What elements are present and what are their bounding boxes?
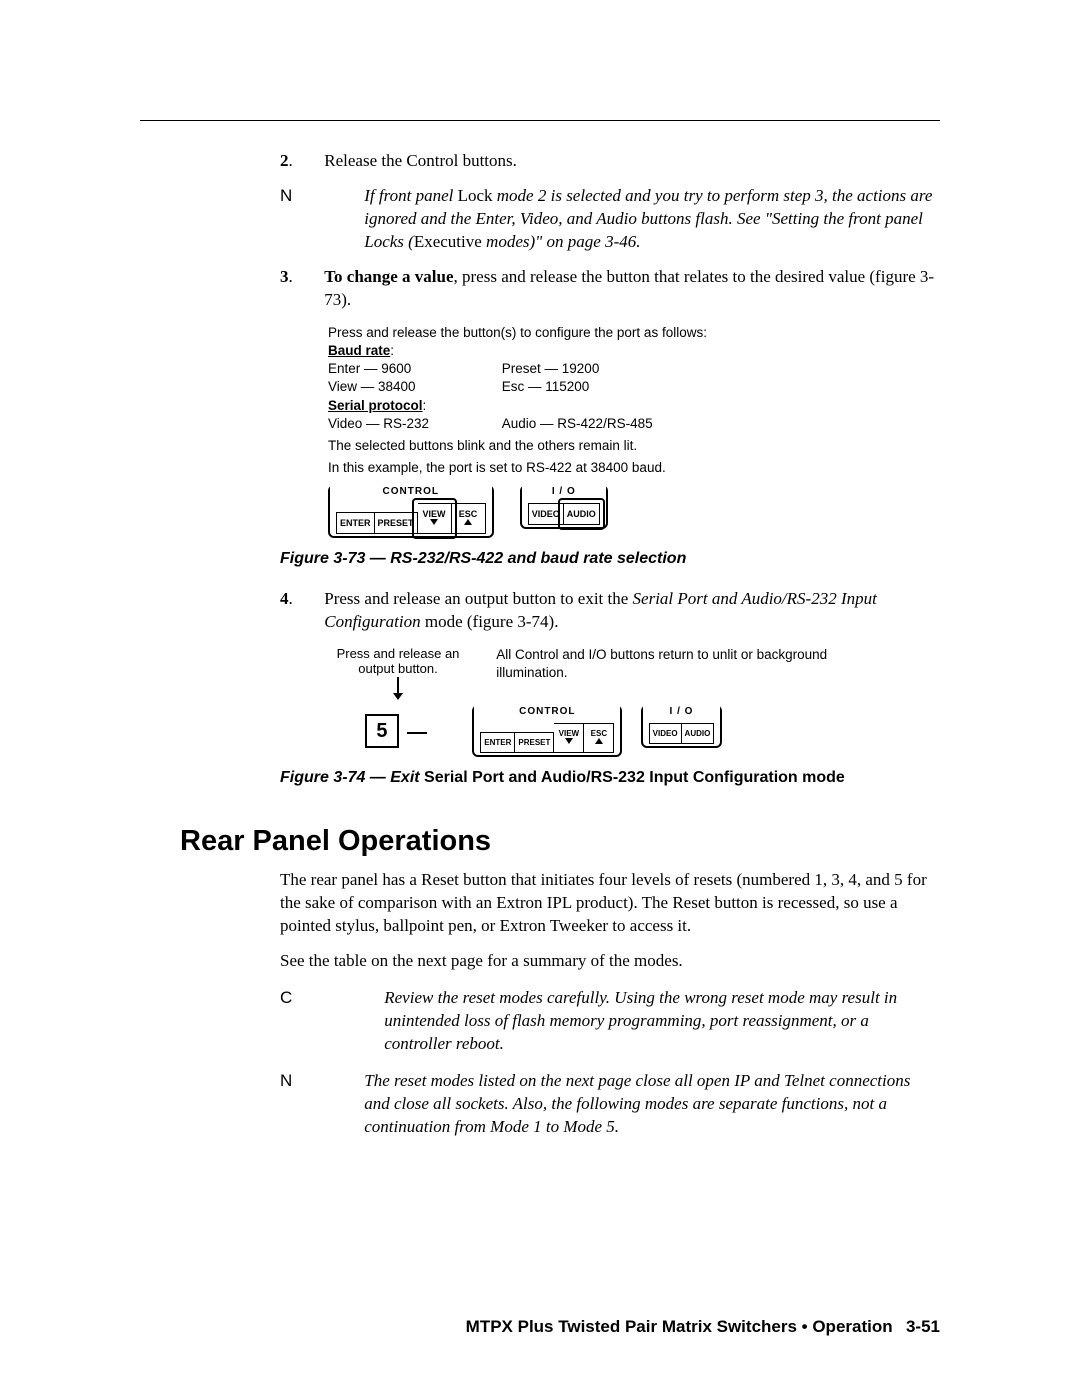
baud-preset: Preset — 19200: [502, 360, 600, 378]
footer-page: 3-51: [906, 1317, 940, 1336]
step-number: 3.: [280, 266, 320, 289]
rear-panel-heading: Rear Panel Operations: [180, 822, 940, 861]
view-button: VIEW: [554, 723, 584, 753]
note-reset-modes: N The reset modes listed on the next pag…: [280, 1070, 940, 1139]
caution-prefix: C: [280, 987, 380, 1010]
page-footer: MTPX Plus Twisted Pair Matrix Switchers …: [0, 1317, 940, 1337]
fig73-example: In this example, the port is set to RS-4…: [328, 459, 940, 477]
sp-video: Video — RS-232: [328, 415, 498, 433]
rear-panel-p2: See the table on the next page for a sum…: [280, 950, 940, 973]
up-arrow-icon: [464, 519, 472, 525]
figure-73-caption: Figure 3-73 — RS-232/RS-422 and baud rat…: [280, 548, 940, 570]
fig74-row: Press and release an output button. All …: [328, 646, 940, 703]
control-panel: CONTROL ENTERPRESETVIEWESC: [328, 485, 494, 538]
fig73-data: Press and release the button(s) to confi…: [328, 324, 940, 478]
fig74-note: All Control and I/O buttons return to un…: [496, 646, 876, 682]
connector-line: [407, 732, 427, 734]
page: 2. Release the Control buttons. N If fro…: [0, 0, 1080, 1397]
io-label: I / O: [548, 486, 580, 497]
press-release-label: Press and release an output button.: [328, 646, 468, 703]
panels-fig73: CONTROL ENTERPRESETVIEWESC I / O VIDEOAU…: [328, 485, 940, 538]
figure-74-caption: Figure 3-74 — Exit Serial Port and Audio…: [280, 767, 940, 789]
step-number: 4.: [280, 588, 320, 611]
esc-button: ESC: [452, 503, 486, 534]
baud-enter: Enter — 9600: [328, 360, 498, 378]
caution-text: Review the reset modes carefully. Using …: [384, 987, 924, 1056]
fig73-sel: The selected buttons blink and the other…: [328, 437, 940, 455]
note-prefix: N: [280, 185, 340, 208]
note-lock-mode: N If front panel Lock mode 2 is selected…: [280, 185, 940, 254]
output-button-5: 5: [365, 714, 399, 748]
footer-title: MTPX Plus Twisted Pair Matrix Switchers …: [466, 1317, 893, 1336]
view-button: VIEW: [418, 503, 452, 534]
control-label: CONTROL: [379, 486, 443, 497]
fig73-intro: Press and release the button(s) to confi…: [328, 324, 940, 342]
enter-button: ENTER: [480, 732, 515, 753]
down-arrow-icon: [397, 677, 399, 699]
preset-button: PRESET: [375, 512, 418, 534]
step-text: To change a value, press and release the…: [324, 266, 934, 312]
note-body: The reset modes listed on the next page …: [364, 1070, 934, 1139]
audio-button: AUDIO: [564, 503, 600, 525]
main-content: 2. Release the Control buttons. N If fro…: [280, 150, 940, 1139]
enter-button: ENTER: [336, 512, 375, 534]
fig74-panels: 5 CONTROL ENTERPRESETVIEWESC I / O VIDEO…: [328, 705, 940, 757]
step-text: Press and release an output button to ex…: [324, 588, 934, 634]
note-prefix: N: [280, 1070, 340, 1093]
preset-button: PRESET: [515, 732, 554, 753]
io-panel-small: I / O VIDEOAUDIO: [641, 705, 723, 748]
rear-panel-p1: The rear panel has a Reset button that i…: [280, 869, 940, 938]
video-button: VIDEO: [528, 503, 564, 525]
baud-rate-label: Baud rate:: [328, 342, 940, 360]
step-text: Release the Control buttons.: [324, 150, 934, 173]
step-3: 3. To change a value, press and release …: [280, 266, 940, 312]
step-number: 2.: [280, 150, 320, 173]
audio-button: AUDIO: [682, 723, 715, 744]
video-button: VIDEO: [649, 723, 682, 744]
horizontal-rule: [140, 120, 940, 121]
sp-audio: Audio — RS-422/RS-485: [502, 415, 653, 433]
io-panel: I / O VIDEOAUDIO: [520, 485, 608, 529]
step-4: 4. Press and release an output button to…: [280, 588, 940, 634]
baud-view: View — 38400: [328, 378, 498, 396]
control-panel-small: CONTROL ENTERPRESETVIEWESC: [472, 705, 622, 757]
step-2: 2. Release the Control buttons.: [280, 150, 940, 173]
esc-button: ESC: [584, 723, 614, 753]
caution-block: C Review the reset modes carefully. Usin…: [280, 987, 940, 1056]
serial-protocol-label: Serial protocol:: [328, 397, 940, 415]
down-arrow-icon: [430, 519, 438, 525]
note-body: If front panel Lock mode 2 is selected a…: [364, 185, 934, 254]
baud-esc: Esc — 115200: [502, 378, 590, 396]
